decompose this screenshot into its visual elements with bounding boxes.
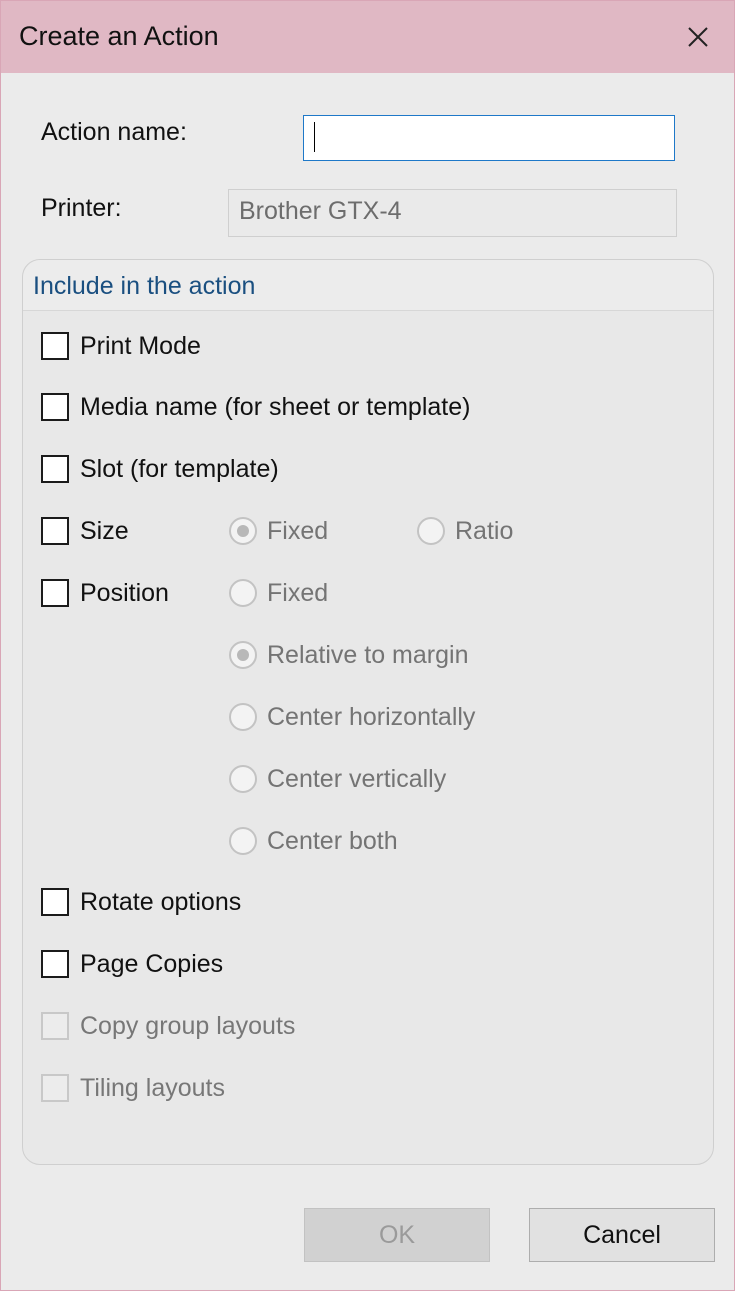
action-name-input[interactable]: [303, 115, 675, 161]
position-center-v-radio[interactable]: [229, 765, 257, 793]
group-header: Include in the action: [23, 260, 713, 311]
size-checkbox[interactable]: [41, 517, 69, 545]
tiling-layouts-checkbox: [41, 1074, 69, 1102]
position-checkbox[interactable]: [41, 579, 69, 607]
dialog-title: Create an Action: [19, 21, 219, 51]
position-relative-label: Relative to margin: [267, 641, 469, 669]
slot-checkbox[interactable]: [41, 455, 69, 483]
rotate-options-label: Rotate options: [80, 888, 242, 916]
dialog-window: Create an Action Action name: Printer: B…: [0, 0, 735, 1291]
position-fixed-label: Fixed: [267, 579, 329, 607]
printer-label: Printer:: [41, 194, 122, 222]
group-title: Include in the action: [33, 272, 256, 300]
position-center-both-radio[interactable]: [229, 827, 257, 855]
page-copies-label: Page Copies: [80, 950, 224, 978]
cancel-button[interactable]: Cancel: [529, 1208, 715, 1262]
close-button[interactable]: [680, 19, 716, 55]
media-name-checkbox[interactable]: [41, 393, 69, 421]
page-copies-checkbox[interactable]: [41, 950, 69, 978]
print-mode-label: Print Mode: [80, 332, 201, 360]
slot-label: Slot (for template): [80, 455, 279, 483]
size-label: Size: [80, 517, 129, 545]
printer-field: Brother GTX-4: [228, 189, 677, 237]
rotate-options-checkbox[interactable]: [41, 888, 69, 916]
position-fixed-radio[interactable]: [229, 579, 257, 607]
print-mode-checkbox[interactable]: [41, 332, 69, 360]
position-center-h-radio[interactable]: [229, 703, 257, 731]
position-relative-radio[interactable]: [229, 641, 257, 669]
media-name-label: Media name (for sheet or template): [80, 393, 471, 421]
title-bar: Create an Action: [1, 1, 734, 73]
size-ratio-radio[interactable]: [417, 517, 445, 545]
copy-group-layouts-label: Copy group layouts: [80, 1012, 296, 1040]
tiling-layouts-label: Tiling layouts: [80, 1074, 225, 1102]
position-center-h-label: Center horizontally: [267, 703, 476, 731]
close-icon: [688, 27, 708, 47]
size-ratio-label: Ratio: [455, 517, 514, 545]
text-caret: [314, 122, 315, 152]
copy-group-layouts-checkbox: [41, 1012, 69, 1040]
size-fixed-radio[interactable]: [229, 517, 257, 545]
position-label: Position: [80, 579, 169, 607]
action-name-label: Action name:: [41, 118, 187, 146]
position-center-both-label: Center both: [267, 827, 398, 855]
ok-button: OK: [304, 1208, 490, 1262]
size-fixed-label: Fixed: [267, 517, 329, 545]
position-center-v-label: Center vertically: [267, 765, 447, 793]
